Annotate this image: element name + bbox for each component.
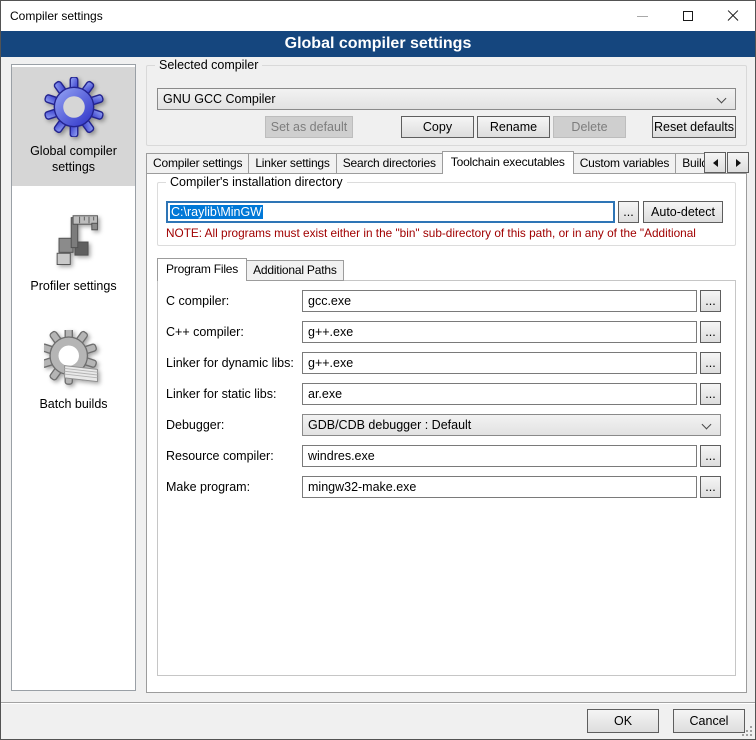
linker-for-dynamic-libs-input[interactable]: g++.exe: [302, 352, 697, 374]
resource-compiler-label: Resource compiler:: [166, 449, 302, 463]
tab-scroll-left-button[interactable]: [704, 152, 726, 173]
linker-for-static-libs-browse-button[interactable]: ...: [700, 383, 721, 405]
reset-defaults-button[interactable]: Reset defaults: [652, 116, 736, 138]
window-title: Compiler settings: [1, 9, 620, 23]
minimize-button: [620, 1, 665, 31]
linker-for-static-libs-input[interactable]: ar.exe: [302, 383, 697, 405]
delete-button: Delete: [553, 116, 626, 138]
installation-directory-row: C:\raylib\MinGW ... Auto-detect: [166, 201, 723, 223]
ok-button[interactable]: OK: [587, 709, 659, 733]
auto-detect-button[interactable]: Auto-detect: [643, 201, 723, 223]
linker-for-static-libs-label: Linker for static libs:: [166, 387, 302, 401]
close-icon: [727, 10, 739, 22]
toolchain-executables-panel: Compiler's installation directory C:\ray…: [146, 173, 747, 693]
resource-compiler-browse-button[interactable]: ...: [700, 445, 721, 467]
compiler-select[interactable]: GNU GCC Compiler: [157, 88, 736, 110]
cplusplus-compiler-browse-button[interactable]: ...: [700, 321, 721, 343]
c-compiler-browse-button[interactable]: ...: [700, 290, 721, 312]
cancel-button[interactable]: Cancel: [673, 709, 745, 733]
sidebar-item-profiler-settings[interactable]: Profiler settings: [12, 202, 135, 304]
tab-scroll-buttons: [703, 152, 755, 173]
subtab-additional-paths[interactable]: Additional Paths: [246, 260, 344, 281]
linker-for-dynamic-libs-browse-button[interactable]: ...: [700, 352, 721, 374]
field-row-debugger: Debugger: GDB/CDB debugger : Default: [166, 414, 721, 436]
resize-grip[interactable]: [742, 726, 752, 736]
program-files-panel: C compiler:gcc.exe...C++ compiler:g++.ex…: [157, 280, 736, 676]
tab-linker-settings[interactable]: Linker settings: [248, 153, 336, 174]
left-arrow-icon: [709, 159, 718, 167]
cplusplus-compiler-input[interactable]: g++.exe: [302, 321, 697, 343]
compiler-actions: Set as default CopyRenameDelete Reset defa…: [265, 116, 736, 138]
c-compiler-label: C compiler:: [166, 294, 302, 308]
field-row-resource-compiler: Resource compiler:windres.exe...: [166, 445, 721, 467]
right-arrow-icon: [736, 159, 745, 167]
tab-compiler-settings[interactable]: Compiler settings: [146, 153, 249, 174]
debugger-label: Debugger:: [166, 418, 302, 432]
make-program-input[interactable]: mingw32-make.exe: [302, 476, 697, 498]
bin-subdirectory-note: NOTE: All programs must exist either in …: [166, 226, 734, 240]
field-row-cplusplus-compiler: C++ compiler:g++.exe...: [166, 321, 721, 343]
minimize-icon: [637, 16, 648, 17]
subtab-program-files[interactable]: Program Files: [157, 258, 247, 281]
settings-category-list: Global compiler settings Profiler setting…: [11, 64, 136, 691]
gray-gear-stack-icon: [43, 329, 105, 391]
caliper-icon: [43, 211, 105, 273]
rename-button[interactable]: Rename: [477, 116, 550, 138]
compiler-select-value: GNU GCC Compiler: [163, 92, 276, 106]
debugger-select-value: GDB/CDB debugger : Default: [308, 418, 471, 432]
tab-search-directories[interactable]: Search directories: [336, 153, 443, 174]
program-files-subtabstrip: Program FilesAdditional Paths: [157, 258, 343, 281]
installation-directory-input[interactable]: C:\raylib\MinGW: [166, 201, 615, 223]
set-as-default-button: Set as default: [265, 116, 353, 138]
make-program-browse-button[interactable]: ...: [700, 476, 721, 498]
sidebar-item-label: Batch builds: [39, 396, 107, 412]
copy-button[interactable]: Copy: [401, 116, 474, 138]
blue-gear-icon: [43, 76, 105, 138]
titlebar: Compiler settings: [1, 1, 755, 31]
maximize-icon: [683, 11, 693, 21]
sidebar-item-batch-builds[interactable]: Batch builds: [12, 320, 135, 422]
installation-directory-selected-text: C:\raylib\MinGW: [170, 205, 263, 219]
sidebar-item-global-compiler-settings[interactable]: Global compiler settings: [12, 67, 135, 186]
page-title: Global compiler settings: [1, 31, 755, 57]
resource-compiler-input[interactable]: windres.exe: [302, 445, 697, 467]
sidebar-item-label: Global compiler settings: [15, 143, 132, 176]
field-row-c-compiler: C compiler:gcc.exe...: [166, 290, 721, 312]
tab-scroll-right-button[interactable]: [727, 152, 749, 173]
make-program-label: Make program:: [166, 480, 302, 494]
c-compiler-input[interactable]: gcc.exe: [302, 290, 697, 312]
field-row-linker-for-static-libs: Linker for static libs:ar.exe...: [166, 383, 721, 405]
settings-tabstrip: Compiler settingsLinker settingsSearch d…: [146, 151, 747, 174]
chevron-down-icon: [702, 420, 712, 430]
linker-for-dynamic-libs-label: Linker for dynamic libs:: [166, 356, 302, 370]
maximize-button[interactable]: [665, 1, 710, 31]
compiler-settings-dialog: Compiler settings Global compiler settin…: [0, 0, 756, 740]
debugger-select[interactable]: GDB/CDB debugger : Default: [302, 414, 721, 436]
installation-directory-group: Compiler's installation directory C:\ray…: [157, 182, 736, 246]
cplusplus-compiler-label: C++ compiler:: [166, 325, 302, 339]
field-row-make-program: Make program:mingw32-make.exe...: [166, 476, 721, 498]
field-row-linker-for-dynamic-libs: Linker for dynamic libs:g++.exe...: [166, 352, 721, 374]
selected-compiler-group-label: Selected compiler: [155, 58, 262, 72]
selected-compiler-group: Selected compiler GNU GCC Compiler Set a…: [146, 65, 747, 146]
close-button[interactable]: [710, 1, 755, 31]
installation-directory-group-label: Compiler's installation directory: [166, 175, 347, 189]
tab-toolchain-executables[interactable]: Toolchain executables: [442, 151, 574, 174]
tab-custom-variables[interactable]: Custom variables: [573, 153, 677, 174]
footer-divider: [1, 702, 755, 704]
sidebar-item-label: Profiler settings: [30, 278, 116, 294]
chevron-down-icon: [717, 94, 727, 104]
installation-directory-browse-button[interactable]: ...: [618, 201, 639, 223]
